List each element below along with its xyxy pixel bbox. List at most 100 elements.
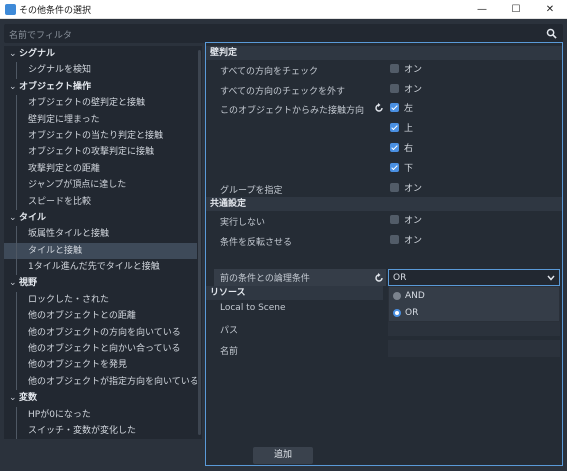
uncheck-all-toggle[interactable]: オン xyxy=(390,82,422,99)
tree-item[interactable]: HPが0になった xyxy=(4,406,202,424)
direction-left-check[interactable]: 左 xyxy=(390,101,413,118)
tree-label: 攻撃判定との距離 xyxy=(28,163,100,174)
option-or[interactable]: OR xyxy=(393,305,418,321)
tree-category[interactable]: ⌄ 変数 xyxy=(4,390,202,406)
tree-label: タイルと接触 xyxy=(28,245,83,256)
tree-item[interactable]: 他のオブジェクトとの距離 xyxy=(4,308,202,326)
window-title: その他条件の選択 xyxy=(19,6,92,16)
tree-item[interactable]: 坂属性タイルと接触 xyxy=(4,226,202,244)
tree-item[interactable]: オブジェクトの当たり判定と接触 xyxy=(4,127,202,145)
tree-label: シグナルを検知 xyxy=(28,65,92,76)
inspector-panel: 壁判定 すべての方向をチェック オン すべての方向のチェックを外す オン このオ… xyxy=(205,42,563,466)
checkbox[interactable] xyxy=(390,64,399,73)
tree-label: タイル xyxy=(19,212,47,223)
tree-label: 壁判定に埋まった xyxy=(28,114,100,125)
dialog-body: 名前でフィルタ ⌄ シグナル シグナルを検知 ⌄ オブジェクト操作 オブジェクトの壁判定と… xyxy=(0,19,567,471)
section-wall: 壁判定 xyxy=(206,46,562,60)
logic-select[interactable]: OR xyxy=(388,269,560,286)
tree-label: 視野 xyxy=(19,278,38,289)
tree-item[interactable]: 他のオブジェクトの方向を向いている xyxy=(4,324,202,342)
tree-label: 他のオブジェクトとの距離 xyxy=(28,311,136,322)
tree-item[interactable]: 攻撃判定との距離 xyxy=(4,160,202,178)
title-bar: その他条件の選択 — ☐ ✕ xyxy=(0,0,567,19)
add-button[interactable]: 追加 xyxy=(253,447,313,464)
checkbox-checked[interactable] xyxy=(390,143,399,152)
revert-icon[interactable] xyxy=(374,273,384,283)
group-label: グループを指定 xyxy=(220,186,283,196)
tree-item[interactable]: ロックした・された xyxy=(4,291,202,309)
checkbox[interactable] xyxy=(390,215,399,224)
collapse-arrow-icon[interactable]: ⌄ xyxy=(9,210,19,226)
tree-item[interactable]: 他のオブジェクトが指定方向を向いている xyxy=(4,373,202,391)
tree-item[interactable]: オブジェクトの攻撃判定に接触 xyxy=(4,144,202,162)
checkbox[interactable] xyxy=(390,183,399,192)
collapse-arrow-icon[interactable]: ⌄ xyxy=(9,79,19,95)
tree-label: 他のオブジェクトを発見 xyxy=(28,360,128,371)
no-exec-label: 実行しない xyxy=(220,218,266,228)
search-icon xyxy=(546,28,557,39)
checkbox[interactable] xyxy=(390,235,399,244)
tree-scrollbar-thumb[interactable] xyxy=(198,50,201,435)
tree-label: 1タイル進んだ先でタイルと接触 xyxy=(28,262,160,273)
filter-input[interactable]: 名前でフィルタ xyxy=(4,24,563,43)
tree-item[interactable]: オブジェクトの壁判定と接触 xyxy=(4,95,202,112)
tree-category[interactable]: ⌄ タイル xyxy=(4,210,202,226)
tree-label: HPが0になった xyxy=(28,409,91,420)
group-toggle[interactable]: オン xyxy=(390,181,422,198)
tree-item[interactable]: 壁判定に埋まった xyxy=(4,111,202,129)
tree-item[interactable]: ジャンプが頂点に達した xyxy=(4,177,202,194)
invert-toggle[interactable]: オン xyxy=(390,233,422,250)
tree-scrollbar[interactable] xyxy=(197,46,202,439)
tree-label: スイッチ・変数が変化した xyxy=(28,425,137,436)
option-and[interactable]: AND xyxy=(393,288,425,304)
check-all-toggle[interactable]: オン xyxy=(390,62,422,79)
chevron-down-icon xyxy=(547,275,555,281)
uncheck-all-label: すべての方向のチェックを外す xyxy=(220,87,346,97)
radio-selected-icon xyxy=(393,308,401,317)
direction-down-check[interactable]: 下 xyxy=(390,161,413,178)
checkbox-checked[interactable] xyxy=(390,103,399,112)
direction-right-check[interactable]: 右 xyxy=(390,141,413,158)
tree-label: オブジェクト操作 xyxy=(19,81,92,92)
tree-label: シグナル xyxy=(19,49,56,59)
tree-category[interactable]: ⌄ シグナル xyxy=(4,46,202,62)
checkbox[interactable] xyxy=(390,84,399,93)
app-icon xyxy=(5,4,16,15)
maximize-button[interactable]: ☐ xyxy=(499,0,533,19)
tree-category[interactable]: ⌄ オブジェクト操作 xyxy=(4,79,202,95)
checkbox-checked[interactable] xyxy=(390,163,399,172)
tree-label: ロックした・された xyxy=(28,294,110,305)
tree-item[interactable]: スピードを比較 xyxy=(4,193,202,211)
tree-item[interactable]: 他のオブジェクトを発見 xyxy=(4,357,202,375)
tree-label: オブジェクトの壁判定と接触 xyxy=(28,98,146,109)
tree-category[interactable]: ⌄ 視野 xyxy=(4,275,202,291)
collapse-arrow-icon[interactable]: ⌄ xyxy=(9,390,19,406)
checkbox-checked[interactable] xyxy=(390,123,399,132)
logic-select-value: OR xyxy=(393,273,407,283)
filter-placeholder: 名前でフィルタ xyxy=(9,31,72,41)
collapse-arrow-icon[interactable]: ⌄ xyxy=(9,46,19,62)
tree-item[interactable]: スイッチ・変数が変化した xyxy=(4,422,202,439)
tree-item[interactable]: タイルと接触 xyxy=(4,242,202,260)
tree-label: オブジェクトの当たり判定と接触 xyxy=(28,130,164,141)
logic-label: 前の条件との論理条件 xyxy=(220,274,310,284)
close-button[interactable]: ✕ xyxy=(533,0,567,19)
tree-label: 坂属性タイルと接触 xyxy=(28,229,110,240)
direction-up-check[interactable]: 上 xyxy=(390,121,413,138)
minimize-button[interactable]: — xyxy=(465,0,499,19)
invert-label: 条件を反転させる xyxy=(220,238,293,248)
section-common: 共通設定 xyxy=(206,197,562,211)
direction-label: このオブジェクトからみた接触方向 xyxy=(220,106,365,116)
local-to-scene-label: Local to Scene xyxy=(220,303,286,313)
tree-item[interactable]: 1タイル進んだ先でタイルと接触 xyxy=(4,259,202,276)
condition-tree: ⌄ シグナル シグナルを検知 ⌄ オブジェクト操作 オブジェクトの壁判定と接触 壁判定に埋ま… xyxy=(4,46,202,439)
no-exec-toggle[interactable]: オン xyxy=(390,213,422,230)
radio-icon xyxy=(393,291,401,300)
tree-item[interactable]: 他のオブジェクトと向かい合っている xyxy=(4,341,202,358)
tree-item[interactable]: シグナルを検知 xyxy=(4,62,202,80)
path-label: パス xyxy=(220,326,239,336)
name-field[interactable] xyxy=(388,340,560,357)
revert-icon[interactable] xyxy=(374,103,384,113)
collapse-arrow-icon[interactable]: ⌄ xyxy=(9,275,19,291)
tree-label: スピードを比較 xyxy=(28,196,92,207)
